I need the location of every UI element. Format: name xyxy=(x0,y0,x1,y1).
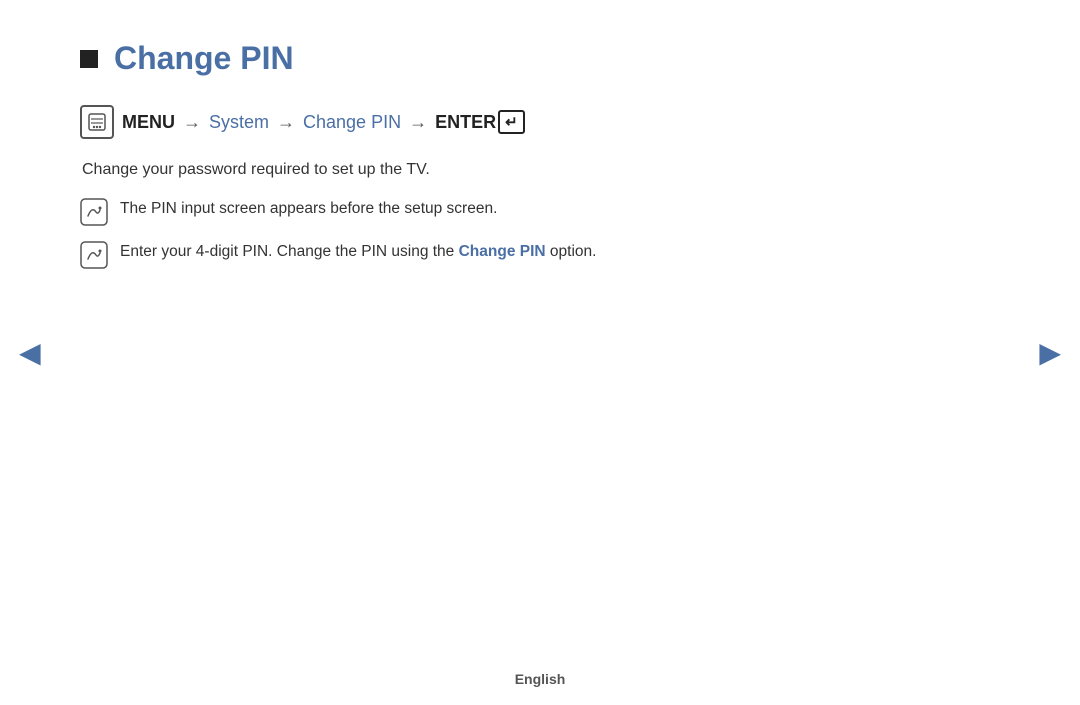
note-item-2: Enter your 4-digit PIN. Change the PIN u… xyxy=(80,240,880,269)
note-icon-1 xyxy=(80,198,108,226)
note2-text-after: option. xyxy=(546,243,597,260)
description-text: Change your password required to set up … xyxy=(82,161,880,179)
menu-path-row: MENU → System → Change PIN → ENTER↵ xyxy=(80,105,880,139)
note-item-1: The PIN input screen appears before the … xyxy=(80,197,880,226)
system-label: System xyxy=(209,112,269,133)
arrow2: → xyxy=(277,112,295,133)
arrow1: → xyxy=(183,112,201,133)
menu-label: MENU xyxy=(122,112,175,133)
footer-language: English xyxy=(515,671,566,687)
menu-remote-icon xyxy=(80,105,114,139)
enter-label: ENTER↵ xyxy=(435,110,525,134)
nav-left-button[interactable]: ◄ xyxy=(12,332,48,374)
arrow3: → xyxy=(409,112,427,133)
main-content: Change PIN MENU → System → Change PIN → … xyxy=(0,0,960,269)
change-pin-path-label: Change PIN xyxy=(303,112,401,133)
page-title: Change PIN xyxy=(114,40,294,77)
change-pin-link: Change PIN xyxy=(459,243,546,260)
note2-text-before: Enter your 4-digit PIN. Change the PIN u… xyxy=(120,243,459,260)
note-icon-2 xyxy=(80,241,108,269)
enter-key-icon: ↵ xyxy=(498,110,525,134)
nav-right-button[interactable]: ► xyxy=(1032,332,1068,374)
note-text-2: Enter your 4-digit PIN. Change the PIN u… xyxy=(120,240,596,263)
note-text-1: The PIN input screen appears before the … xyxy=(120,197,497,220)
title-square-icon xyxy=(80,50,98,68)
title-row: Change PIN xyxy=(80,40,880,77)
